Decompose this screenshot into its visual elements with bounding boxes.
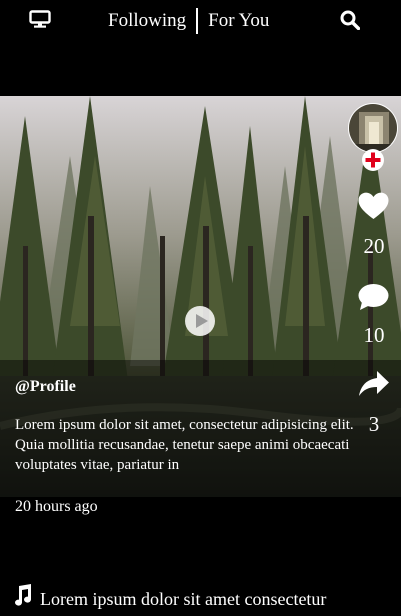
heart-icon[interactable] <box>358 192 389 220</box>
post-caption: Lorem ipsum dolor sit amet, consectetur … <box>15 417 354 473</box>
sound-title[interactable]: Lorem ipsum dolor sit amet consectetur <box>40 587 326 611</box>
tab-for-you[interactable]: For You <box>208 8 269 34</box>
tab-following[interactable]: Following <box>108 8 186 34</box>
share-icon[interactable] <box>358 370 390 398</box>
post-timestamp: 20 hours ago <box>15 498 98 515</box>
top-bar: Following For You <box>0 0 401 40</box>
profile-username[interactable]: @Profile <box>15 378 76 396</box>
comment-icon[interactable] <box>358 283 389 311</box>
feed-tabs: Following For You <box>108 8 269 34</box>
play-icon[interactable] <box>184 305 216 337</box>
like-count: 20 <box>363 234 385 258</box>
avatar[interactable] <box>348 103 398 153</box>
tv-icon[interactable] <box>29 10 51 28</box>
plus-icon[interactable] <box>361 148 385 172</box>
music-note-icon <box>12 584 32 606</box>
search-icon[interactable] <box>340 10 361 31</box>
comment-count: 10 <box>363 323 385 347</box>
share-count: 3 <box>368 412 380 436</box>
tab-divider <box>196 8 199 34</box>
